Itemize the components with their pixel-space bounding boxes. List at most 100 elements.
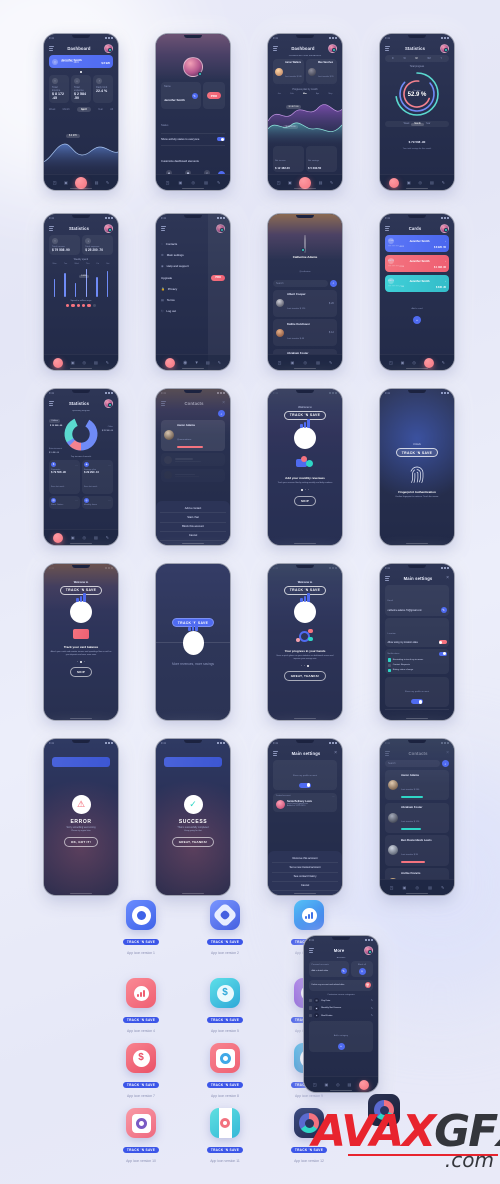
pro-badge[interactable]: PRO (211, 274, 225, 281)
period-selector[interactable]: D W M 6M Y (385, 55, 449, 62)
block-all-card[interactable]: Block all ⦸ (351, 961, 373, 977)
onboarding-pager[interactable] (301, 664, 309, 667)
onboarding-pager[interactable] (301, 488, 309, 491)
tab-stats-icon[interactable]: ◳ (166, 180, 170, 185)
avatar[interactable] (440, 224, 449, 233)
tab-stats-active[interactable] (388, 177, 399, 188)
daily-spends-icon[interactable]: ◈ (166, 170, 172, 174)
tab-stats-active[interactable] (52, 357, 63, 368)
screen-onboarding-cards[interactable]: 9:41 Welcome to TRACK 'N SAVE Track your… (43, 563, 119, 721)
tab-add-icon[interactable]: ◎ (419, 180, 423, 185)
bottom-tab-bar[interactable]: ▣ ◎ ▤ ✎ (44, 354, 118, 370)
edit-icon[interactable]: ✎ (371, 999, 373, 1002)
edit-icon[interactable]: ✎ (371, 1007, 373, 1010)
period-tab[interactable]: Week (49, 108, 55, 111)
menu-icon[interactable] (309, 948, 314, 953)
app-icon-cell[interactable]: TRACK 'N SAVE App icon version 10 (110, 1108, 172, 1163)
app-icon-cell[interactable]: TRACK 'N SAVE App icon version 8 (194, 1043, 256, 1098)
drawer-item-terms[interactable]: ▤ Terms (161, 295, 225, 306)
tab-edit-icon[interactable]: ✎ (106, 360, 109, 365)
bottom-tab-bar[interactable]: ◳ ▣ ◎ ✎ (380, 354, 454, 370)
drawer-item-upgrade[interactable]: Upgrade PRO (161, 271, 225, 284)
dribbble-icon[interactable]: ◉ (183, 360, 187, 366)
menu-icon[interactable] (49, 401, 54, 406)
list-item[interactable] (161, 469, 225, 482)
search-icon[interactable]: ⌕ (218, 410, 225, 417)
total-tile[interactable]: Net savings $ 5 290.50 (306, 146, 337, 172)
checkbox[interactable] (309, 1006, 313, 1010)
stat-tile[interactable]: ↓ Total expense $ 2 584 .50 (71, 75, 91, 103)
period-tab[interactable]: Month (63, 108, 70, 111)
tab-stats-icon[interactable]: ◳ (277, 180, 281, 185)
drawer-item-logout[interactable]: ⎋ Log out (161, 305, 225, 316)
tab-cards-icon[interactable]: ▤ (347, 1082, 351, 1087)
income-tile[interactable]: $ ··· Payments $ 79 508 .90 Since last mo… (49, 460, 80, 494)
app-icon-10[interactable] (126, 1108, 156, 1138)
skip-button[interactable]: SKIP (69, 666, 92, 677)
stat-card[interactable]: ↓ Total expense $ 25 200 .70 (82, 235, 113, 255)
screen-onboarding-revenue[interactable]: 9:41 Welcome to TRACK 'N SAVE Add your m… (267, 388, 343, 546)
more-icon[interactable]: ··· (75, 498, 78, 502)
period-tab[interactable]: D (392, 57, 394, 60)
list-item[interactable] (161, 453, 225, 466)
featured-avatar[interactable] (304, 235, 306, 253)
tab-wallet-icon[interactable]: ▣ (64, 180, 68, 185)
social-bar[interactable]: ◉ ▾ ▤ ✎ (156, 354, 230, 370)
avatar[interactable] (216, 224, 225, 233)
tab-stats-icon[interactable]: ◳ (389, 360, 393, 365)
app-icon-1[interactable] (126, 900, 156, 930)
menu-icon[interactable] (385, 226, 390, 231)
app-icon-cell[interactable]: TRACK 'N SAVE App icon version 2 (194, 900, 256, 955)
close-icon[interactable]: × (446, 576, 449, 581)
tab-more-active[interactable] (359, 1079, 370, 1090)
tab-stats-icon[interactable]: ◳ (390, 885, 394, 890)
tab-edit-icon[interactable]: ✎ (441, 885, 444, 890)
drawer-item-contacts[interactable]: ◌ Contacts (161, 239, 225, 250)
app-icon-cell[interactable]: TRACK 'N SAVE App icon version 11 (194, 1108, 256, 1163)
period-tab-active[interactable]: April (76, 106, 91, 112)
stat-card[interactable]: ↑ Total income $ 79 508 .90 (49, 235, 80, 255)
check-row[interactable]: Contact Requests (387, 663, 447, 667)
contact-chip[interactable]: Max Sanchez Last transfer $ 95 (306, 59, 337, 84)
card-pager[interactable] (49, 70, 113, 73)
action-cancel[interactable]: Cancel (272, 882, 338, 891)
chevron-right-icon[interactable]: › (445, 239, 446, 243)
share-profile-setting[interactable]: Share my profile account (385, 676, 449, 707)
checkbox[interactable] (387, 668, 391, 672)
menu-icon[interactable] (49, 46, 54, 51)
block-icon[interactable]: ⦸ (358, 967, 366, 975)
more-icon[interactable]: ··· (75, 463, 78, 467)
tab-cards-icon[interactable]: ▤ (206, 360, 210, 365)
profile-avatar[interactable] (183, 57, 203, 77)
tab-cards-active[interactable] (423, 357, 434, 368)
drawer-item-privacy[interactable]: 🔒 Privacy (161, 284, 225, 295)
screen-profile[interactable]: 9:41 Profile × Name Jennifer Smith (155, 33, 231, 191)
customize-row[interactable]: ◈Daily spends ◉Statistics ◇Saving tips + (161, 170, 225, 174)
share-toggle[interactable] (299, 782, 311, 788)
chevron-right-icon[interactable]: › (445, 279, 446, 283)
edit-icon[interactable]: ✎ (371, 1014, 373, 1017)
tab-edit-icon[interactable]: ✎ (329, 360, 332, 365)
list-item[interactable]: Aaron Adams Last transfer $ 240 (385, 770, 449, 801)
more-icon[interactable]: ··· (108, 498, 111, 502)
chevron-right-icon[interactable]: › (445, 259, 446, 263)
stat-tile[interactable]: ↑ Total income $ 8 172 .45 (49, 75, 69, 103)
list-item[interactable]: Abraham Foster Last transfer $ 120 (385, 802, 449, 833)
search-row[interactable]: Search ⌕ (273, 279, 337, 287)
bottom-tab-bar[interactable]: ◳ ▣ ◎ ▤ ✎ (268, 354, 342, 370)
tab-wallet-icon[interactable]: ▣ (288, 180, 292, 185)
menu-icon[interactable] (385, 576, 390, 581)
app-icon-cell[interactable]: TRACK 'N SAVE App icon version 1 (110, 900, 172, 955)
edit-icon[interactable]: ✎ (440, 607, 447, 613)
tab-wallet-icon[interactable]: ▣ (71, 535, 75, 540)
pro-badge-tile[interactable]: PRO (203, 82, 225, 109)
list-item[interactable]: Abraham FosterLast transfer $ 310 $ 90 (273, 348, 337, 354)
check-row[interactable]: Rating status change (387, 668, 447, 672)
list-item[interactable]: Ben Dusterdieck Lewis Last transfer $ 95 (385, 835, 449, 866)
tab-add-icon[interactable]: ◎ (412, 360, 416, 365)
avatar[interactable] (103, 44, 113, 53)
delete-account-row[interactable]: Delete my account and related data 🗑 (309, 979, 373, 991)
balance-card[interactable]: ◎ Jennifer Smith **** **** **** 4815 $ 8… (49, 55, 113, 68)
bottom-tab-bar[interactable]: ◳ ▣ ◎ ▤ ✎ (156, 174, 230, 190)
onboarding-pager[interactable] (77, 660, 85, 663)
